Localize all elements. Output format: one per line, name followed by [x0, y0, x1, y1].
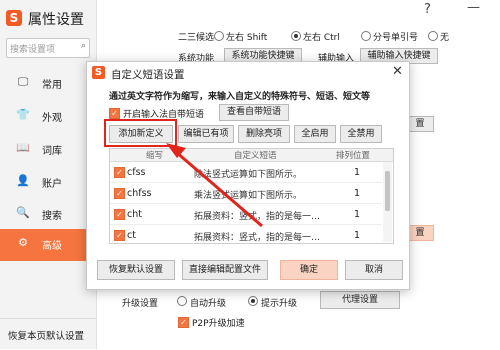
partial-settings-button[interactable]: 置: [407, 116, 434, 132]
search-icon: 🔍: [16, 206, 30, 219]
column-header-position: 排列位置: [336, 151, 371, 161]
row-abbr: cht: [127, 209, 142, 220]
radio-auto-upgrade[interactable]: [177, 296, 187, 306]
radio-shift-label: 左右 Shift: [226, 33, 268, 43]
row-phrase: 拓展资料：竖式，指的是每一…: [194, 212, 321, 222]
custom-phrase-dialog: S 自定义短语设置 ✕ 通过英文字符作为缩写，来输入自定义的特殊符号、短语、短文…: [86, 61, 410, 290]
row-abbr: ct: [127, 230, 136, 241]
monitor-icon: 🖵: [17, 75, 29, 88]
search-icon[interactable]: ⌕: [81, 41, 86, 51]
row-checkbox[interactable]: ✓: [114, 209, 125, 220]
scrollbar-thumb[interactable]: [385, 171, 390, 211]
sidebar: S 属性设置 搜索设置项 ⌕ 🖵 常用 👕 外观 📖 词库 👤 账户 🔍 搜索 …: [0, 0, 97, 349]
sidebar-item-label: 搜索: [42, 211, 62, 222]
row-position: 1: [354, 167, 361, 178]
sidebar-item-advanced[interactable]: ⚙ 高级: [0, 229, 96, 261]
help-button[interactable]: ?: [424, 2, 431, 17]
highlight-box: [104, 119, 177, 147]
sidebar-item-label: 词库: [42, 146, 62, 157]
tshirt-icon: 👕: [16, 108, 30, 121]
row-position: 1: [354, 230, 361, 241]
row-abbr: chfss: [127, 188, 152, 199]
proxy-settings-button[interactable]: 代理设置: [320, 291, 400, 309]
table-row[interactable]: ✓ ct 拓展资料：竖式，指的是每一… 1: [110, 225, 382, 243]
sidebar-item-label: 外观: [42, 113, 62, 124]
upgrade-label: 升级设置: [122, 299, 159, 309]
radio-auto-upgrade-label: 自动升级: [190, 299, 227, 309]
row-checkbox[interactable]: ✓: [114, 230, 125, 241]
radio-prompt-upgrade[interactable]: [248, 296, 258, 306]
enable-builtin-checkbox[interactable]: ✓: [109, 108, 120, 119]
row-position: 1: [354, 209, 361, 220]
sidebar-item-label: 账户: [42, 179, 62, 190]
radio-semicolon[interactable]: [361, 31, 371, 41]
cancel-button[interactable]: 取消: [345, 260, 403, 280]
p2p-label: P2P升级加速: [192, 319, 245, 329]
candidate-label: 二三候选: [178, 33, 215, 43]
radio-none[interactable]: [428, 31, 438, 41]
minimize-button[interactable]: —: [467, 0, 480, 15]
sidebar-item-dictionary[interactable]: 📖 词库: [0, 134, 96, 164]
dialog-title: 自定义短语设置: [111, 69, 185, 81]
edit-item-button[interactable]: 编辑已有项: [178, 125, 234, 143]
sidebar-item-common[interactable]: 🖵 常用: [0, 68, 96, 98]
enable-all-button[interactable]: 全启用: [294, 125, 336, 143]
restore-page-defaults-label: 恢复本页默认设置: [8, 331, 85, 342]
row-abbr: cfss: [127, 167, 146, 178]
column-header-phrase: 自定义短语: [234, 151, 277, 161]
sidebar-item-search[interactable]: 🔍 搜索: [0, 199, 96, 229]
sidebar-item-appearance[interactable]: 👕 外观: [0, 101, 96, 131]
table-row[interactable]: ✓ cht 拓展资料：竖式，指的是每一… 1: [110, 204, 382, 225]
p2p-checkbox[interactable]: ✓: [178, 317, 189, 328]
restore-page-defaults-button[interactable]: 恢复本页默认设置: [0, 318, 96, 350]
radio-semicolon-label: 分号单引号: [373, 33, 419, 43]
gear-icon: ⚙: [18, 236, 28, 249]
user-icon: 👤: [16, 174, 30, 187]
sidebar-item-label: 高级: [42, 241, 62, 252]
row-position: 1: [354, 188, 361, 199]
phrase-table: 缩写 自定义短语 排列位置 ✓ cfss 除法竖式运算如下图所示。 1 ✓ ch…: [109, 148, 394, 244]
radio-ctrl-label: 左右 Ctrl: [303, 33, 340, 43]
table-row[interactable]: ✓ cfss 除法竖式运算如下图所示。 1: [110, 162, 382, 183]
search-placeholder: 搜索设置项: [10, 45, 56, 55]
sogou-logo-icon: S: [6, 10, 22, 26]
radio-prompt-upgrade-label: 提示升级: [261, 299, 298, 309]
row-phrase: 乘法竖式运算如下图所示。: [194, 191, 303, 201]
edit-config-file-button[interactable]: 直接编辑配置文件: [182, 260, 268, 280]
table-row[interactable]: ✓ chfss 乘法竖式运算如下图所示。 1: [110, 183, 382, 204]
ok-button[interactable]: 确定: [280, 260, 338, 280]
search-input[interactable]: 搜索设置项 ⌕: [6, 38, 90, 58]
close-icon[interactable]: ✕: [392, 64, 403, 79]
row-phrase: 拓展资料：竖式，指的是每一…: [194, 233, 321, 243]
radio-ctrl[interactable]: [291, 31, 301, 41]
dialog-description: 通过英文字符作为缩写，来输入自定义的特殊符号、短语、短文等: [109, 92, 371, 102]
table-header: 缩写 自定义短语 排列位置: [110, 149, 393, 162]
column-header-abbr: 缩写: [146, 151, 164, 161]
disable-all-button[interactable]: 全禁用: [340, 125, 382, 143]
book-icon: 📖: [16, 141, 30, 154]
partial-settings-button-2[interactable]: 置: [407, 225, 434, 241]
radio-shift[interactable]: [214, 31, 224, 41]
app-title: 属性设置: [28, 12, 84, 28]
sogou-logo-icon: S: [92, 66, 105, 79]
row-checkbox[interactable]: ✓: [114, 188, 125, 199]
radio-none-label: 无: [440, 33, 450, 43]
row-phrase: 除法竖式运算如下图所示。: [194, 170, 303, 180]
restore-defaults-button[interactable]: 恢复默认设置: [97, 260, 175, 280]
view-builtin-button[interactable]: 查看自带短语: [219, 104, 289, 121]
delete-highlighted-button[interactable]: 删除亮项: [238, 125, 290, 143]
sidebar-item-account[interactable]: 👤 账户: [0, 167, 96, 197]
sidebar-item-label: 常用: [42, 80, 62, 91]
row-checkbox[interactable]: ✓: [114, 167, 125, 178]
